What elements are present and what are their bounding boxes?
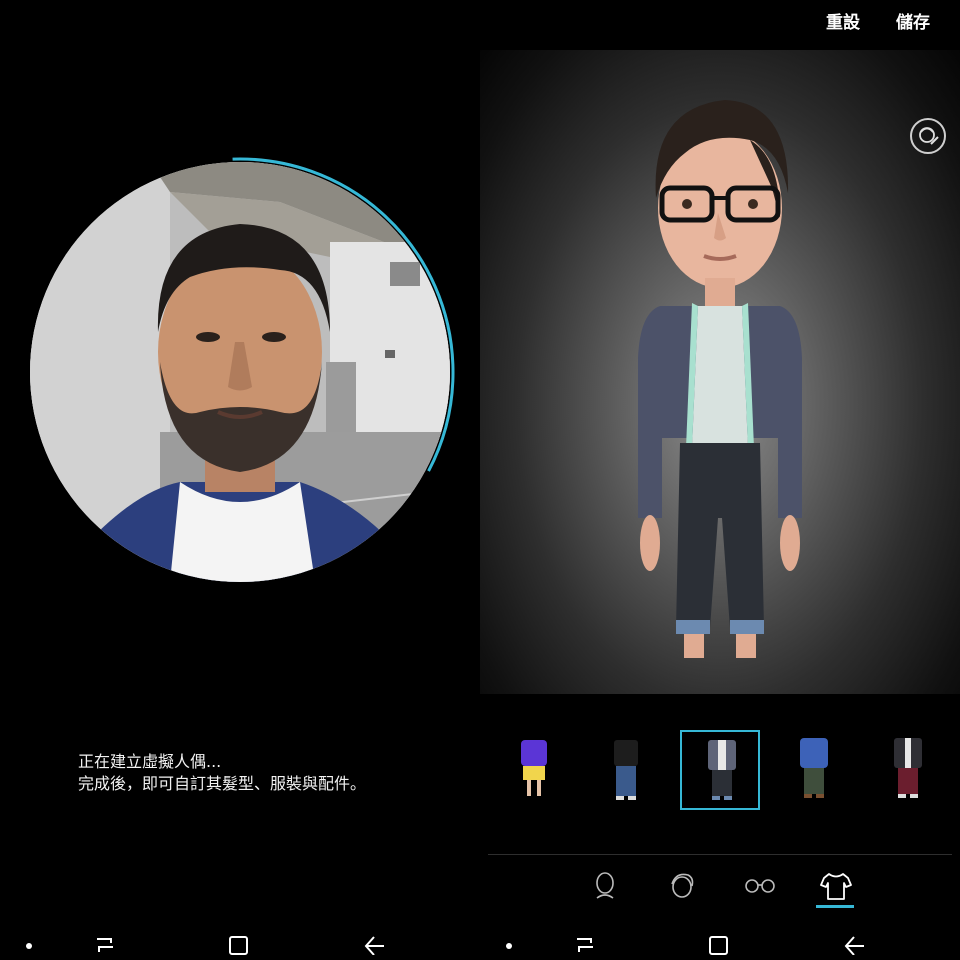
avatar-preview [480, 50, 960, 694]
face-icon[interactable] [586, 866, 626, 906]
status-subtitle: 完成後，即可自訂其髮型、服裝與配件。 [78, 774, 367, 793]
avatar-figure [638, 100, 802, 658]
face-edit-icon[interactable] [910, 118, 946, 154]
system-nav-bar [480, 925, 960, 960]
system-nav-bar [0, 925, 480, 960]
nav-dot-icon[interactable] [14, 925, 44, 955]
hair-icon[interactable] [664, 866, 704, 906]
status-title: 正在建立虛擬人偶... [78, 752, 222, 771]
glasses-icon[interactable] [740, 866, 780, 906]
outfit-option-selected[interactable] [680, 730, 760, 810]
home-icon[interactable] [224, 925, 254, 955]
outfit-option[interactable] [868, 730, 948, 810]
avatar-editor-pane: 重設 儲存 [480, 0, 960, 960]
nav-dot-icon[interactable] [494, 925, 524, 955]
recent-apps-icon[interactable] [90, 925, 120, 955]
clothing-icon[interactable] [816, 866, 856, 906]
home-icon[interactable] [704, 925, 734, 955]
photo-capture-pane: 正在建立虛擬人偶... 完成後，即可自訂其髮型、服裝與配件。 [0, 0, 480, 960]
back-icon[interactable] [360, 925, 390, 955]
selfie-photo-frame [22, 154, 458, 590]
category-tabs [480, 866, 960, 916]
progress-ring [25, 157, 455, 587]
outfit-option[interactable] [586, 730, 666, 810]
reset-button[interactable]: 重設 [826, 8, 860, 33]
divider [488, 854, 952, 855]
save-button[interactable]: 儲存 [896, 8, 930, 33]
outfit-option[interactable] [494, 730, 574, 810]
outfit-carousel [480, 730, 960, 820]
outfit-option[interactable] [774, 730, 854, 810]
back-icon[interactable] [840, 925, 870, 955]
active-tab-indicator [816, 905, 854, 908]
recent-apps-icon[interactable] [570, 925, 600, 955]
